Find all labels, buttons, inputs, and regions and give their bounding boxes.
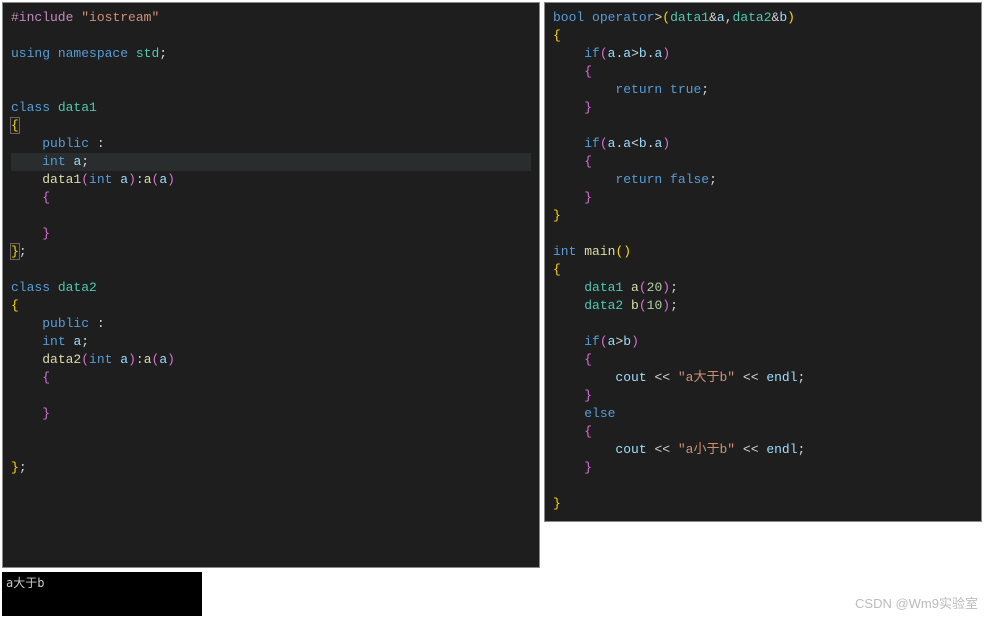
- code-line: cout << "a大于b" << endl;: [553, 369, 973, 387]
- code-line: [11, 207, 531, 225]
- code-line: [11, 387, 531, 405]
- console-output: a大于b: [2, 572, 202, 616]
- code-line: [11, 27, 531, 45]
- code-line: };: [11, 243, 531, 261]
- code-line: int main(): [553, 243, 973, 261]
- code-line: data2 b(10);: [553, 297, 973, 315]
- code-line: };: [11, 459, 531, 477]
- code-line: [11, 261, 531, 279]
- code-line: {: [11, 369, 531, 387]
- code-line: return false;: [553, 171, 973, 189]
- code-line: [553, 225, 973, 243]
- code-line: if(a.a<b.a): [553, 135, 973, 153]
- code-line: {: [553, 63, 973, 81]
- watermark: CSDN @Wm9实验室: [855, 593, 978, 612]
- code-line: [11, 81, 531, 99]
- code-line: {: [553, 261, 973, 279]
- code-line: {: [553, 153, 973, 171]
- code-line: if(a>b): [553, 333, 973, 351]
- code-line: }: [553, 459, 973, 477]
- code-line-highlighted: int a;: [11, 153, 531, 171]
- code-line: int a;: [11, 333, 531, 351]
- code-line: #include "iostream": [11, 9, 531, 27]
- code-line: [553, 477, 973, 495]
- code-line: }: [553, 387, 973, 405]
- code-editor-right[interactable]: bool operator>(data1&a,data2&b) { if(a.a…: [544, 2, 982, 522]
- code-editor-left[interactable]: #include "iostream" using namespace std;…: [2, 2, 540, 568]
- code-line: cout << "a小于b" << endl;: [553, 441, 973, 459]
- code-line: using namespace std;: [11, 45, 531, 63]
- code-line: {: [11, 297, 531, 315]
- code-line: return true;: [553, 81, 973, 99]
- code-line: data1(int a):a(a): [11, 171, 531, 189]
- code-line: else: [553, 405, 973, 423]
- code-line: public :: [11, 315, 531, 333]
- console-line: a大于b: [6, 574, 198, 591]
- code-line: if(a.a>b.a): [553, 45, 973, 63]
- code-line: bool operator>(data1&a,data2&b): [553, 9, 973, 27]
- code-line: }: [553, 189, 973, 207]
- code-line: [553, 315, 973, 333]
- code-line: [11, 441, 531, 459]
- code-line: {: [553, 423, 973, 441]
- code-line: data2(int a):a(a): [11, 351, 531, 369]
- code-line: }: [553, 495, 973, 513]
- code-line: }: [553, 207, 973, 225]
- code-line: }: [11, 225, 531, 243]
- code-line: [553, 117, 973, 135]
- code-line: }: [11, 405, 531, 423]
- code-line: public :: [11, 135, 531, 153]
- code-line: {: [553, 351, 973, 369]
- code-line: }: [553, 99, 973, 117]
- code-line: {: [553, 27, 973, 45]
- code-line: {: [11, 189, 531, 207]
- code-line: [11, 63, 531, 81]
- code-line: class data2: [11, 279, 531, 297]
- code-line: [11, 423, 531, 441]
- code-line: {: [11, 117, 531, 135]
- code-line: class data1: [11, 99, 531, 117]
- code-line: data1 a(20);: [553, 279, 973, 297]
